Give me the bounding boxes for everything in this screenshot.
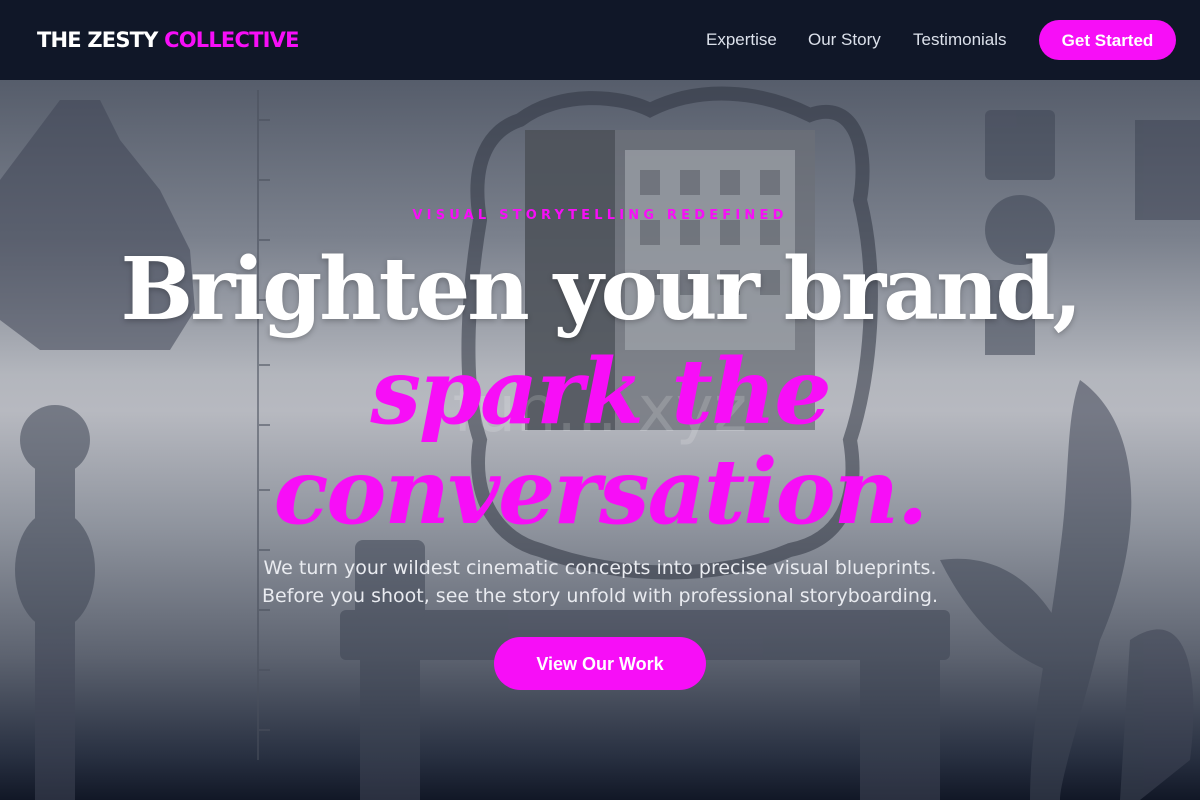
view-our-work-button[interactable]: View Our Work xyxy=(494,637,706,690)
hero-subtext-line2: Before you shoot, see the story unfold w… xyxy=(261,585,939,607)
hero-headline: Brighten your brand, xyxy=(120,239,1082,340)
hero-headline-accent: spark the conversation. xyxy=(0,342,1200,542)
get-started-button[interactable]: Get Started xyxy=(1039,20,1176,60)
nav-link-testimonials[interactable]: Testimonials xyxy=(913,30,1007,50)
brand-name-primary: THE ZESTY xyxy=(37,28,158,52)
nav-link-expertise[interactable]: Expertise xyxy=(706,30,777,50)
hero-section: fun... xyz VISUAL STORYTELLING REDEFINED… xyxy=(0,80,1200,800)
hero-eyebrow: VISUAL STORYTELLING REDEFINED xyxy=(412,208,788,223)
hero-subtext: We turn your wildest cinematic concepts … xyxy=(0,554,1200,610)
top-navbar: THE ZESTY COLLECTIVE Expertise Our Story… xyxy=(0,0,1200,80)
brand-logo[interactable]: THE ZESTY COLLECTIVE xyxy=(37,27,299,53)
hero-subtext-line1: We turn your wildest cinematic concepts … xyxy=(263,557,937,579)
nav-link-our-story[interactable]: Our Story xyxy=(808,30,881,50)
hero-headline-accent-line1: spark the xyxy=(370,339,831,445)
hero-content: fun... xyz VISUAL STORYTELLING REDEFINED… xyxy=(0,80,1200,800)
brand-name-accent: COLLECTIVE xyxy=(164,28,299,52)
hero-headline-accent-line2: conversation. xyxy=(273,439,929,545)
